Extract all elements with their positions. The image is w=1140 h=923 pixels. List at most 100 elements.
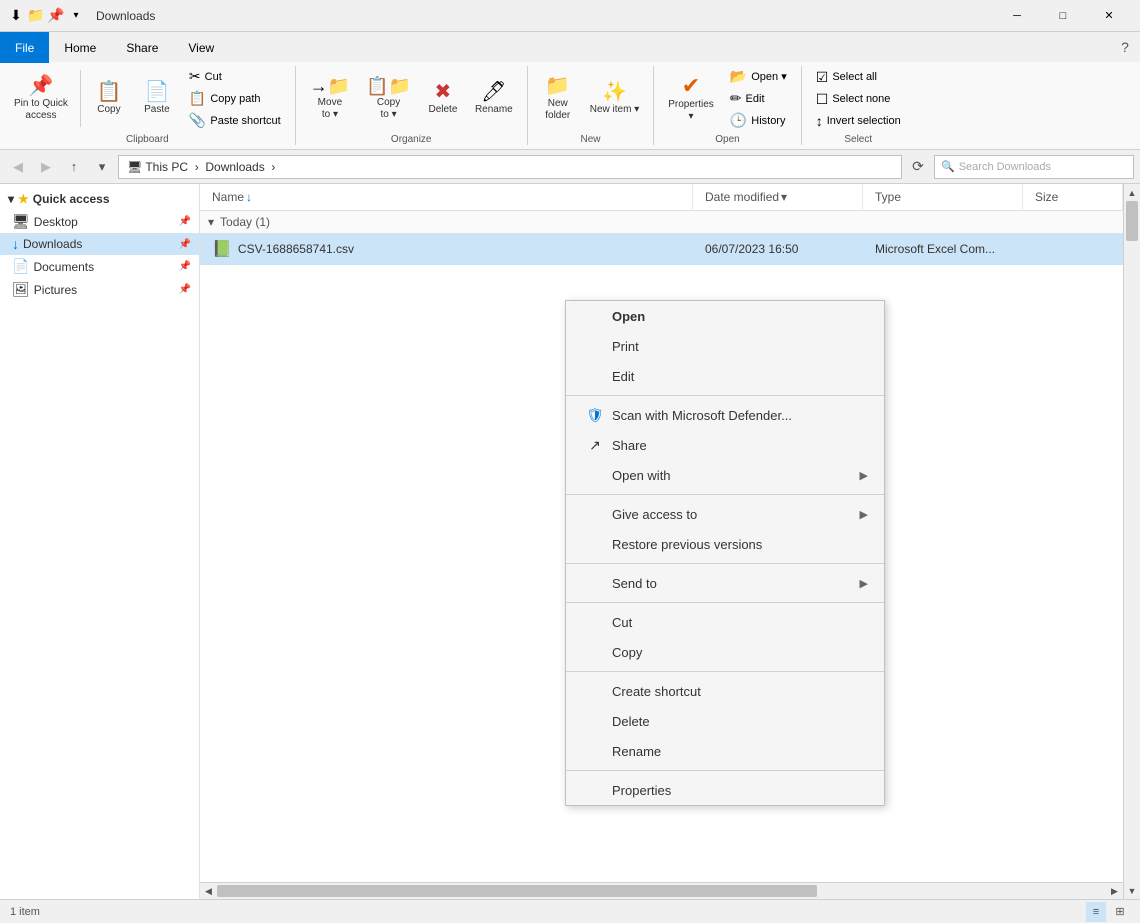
paste-label: Paste [144, 104, 170, 116]
ctx-give-access[interactable]: Give access to ▶ [566, 499, 884, 529]
ctx-cut[interactable]: Cut [566, 607, 884, 637]
tab-view[interactable]: View [173, 32, 229, 63]
nav-item-desktop[interactable]: 🖥 Desktop 📌 [0, 210, 199, 233]
ctx-properties-label: Properties [612, 783, 671, 798]
clipboard-content: 📌 Pin to Quickaccess 📋 Copy 📄 Paste ✂ Cu… [8, 66, 287, 131]
ctx-share[interactable]: ↗ Share [566, 430, 884, 460]
ctx-sep6 [566, 770, 884, 771]
properties-icon: ✔ [682, 75, 700, 97]
rename-button[interactable]: 🖊 Rename [469, 78, 519, 120]
invert-selection-button[interactable]: ↕ Invert selection [810, 111, 907, 131]
ribbon-body: 📌 Pin to Quickaccess 📋 Copy 📄 Paste ✂ Cu… [0, 62, 1140, 150]
ctx-properties[interactable]: Properties [566, 775, 884, 805]
select-all-label: Select all [832, 71, 877, 83]
new-group: 📁 Newfolder ✨ New item ▾ New [528, 66, 654, 145]
desktop-icon: 🖥 [12, 213, 30, 230]
file-group-today[interactable]: ▾ Today (1) [200, 211, 1123, 233]
forward-button[interactable]: ▶ [34, 155, 58, 179]
ctx-create-shortcut[interactable]: Create shortcut [566, 676, 884, 706]
copy-to-button[interactable]: 📋📁 Copyto ▾ [360, 73, 417, 125]
list-view-button[interactable]: ≡ [1086, 902, 1106, 922]
v-scroll-down[interactable]: ▼ [1124, 882, 1140, 899]
ctx-edit[interactable]: Edit [566, 361, 884, 391]
folder-icon: 📁 [28, 8, 44, 24]
copy-to-label: Copyto ▾ [377, 97, 400, 121]
ctx-print[interactable]: Print [566, 331, 884, 361]
edit-button[interactable]: ✏ Edit [724, 88, 793, 109]
ctx-copy[interactable]: Copy [566, 637, 884, 667]
rename-label: Rename [475, 104, 513, 116]
ctx-send-to-arrow: ▶ [860, 577, 868, 590]
ctx-send-to[interactable]: Send to ▶ [566, 568, 884, 598]
recent-arrow[interactable]: ▾ [90, 155, 114, 179]
window-controls: ─ □ ✕ [994, 0, 1132, 32]
ctx-restore-icon [586, 535, 604, 553]
details-view-button[interactable]: ⊞ [1110, 902, 1130, 922]
table-row[interactable]: 📗 CSV-1688658741.csv 06/07/2023 16:50 Mi… [200, 233, 1123, 265]
select-all-button[interactable]: ☑ Select all [810, 67, 907, 88]
col-type[interactable]: Type [863, 184, 1023, 210]
ctx-open-with-arrow: ▶ [860, 469, 868, 482]
delete-button[interactable]: ✖ Delete [421, 78, 465, 120]
copy-button[interactable]: 📋 Copy [87, 78, 131, 120]
copy-icon: 📋 [96, 82, 121, 102]
quick-access-header[interactable]: ▾ ★ Quick access [0, 188, 199, 210]
status-bar-right: ≡ ⊞ [1086, 902, 1130, 922]
v-scroll-up[interactable]: ▲ [1124, 184, 1140, 201]
new-folder-button[interactable]: 📁 Newfolder [536, 72, 580, 126]
col-name-sort: ↓ [246, 190, 252, 204]
tab-file[interactable]: File [0, 32, 49, 63]
ctx-delete-label: Delete [612, 714, 650, 729]
ctx-open-icon [586, 307, 604, 325]
tab-share[interactable]: Share [111, 32, 173, 63]
maximize-button[interactable]: □ [1040, 0, 1086, 32]
open-small-button[interactable]: 📂 Open ▾ [724, 66, 793, 87]
ctx-open-with[interactable]: Open with ▶ [566, 460, 884, 490]
ctx-scan[interactable]: 🛡 Scan with Microsoft Defender... [566, 400, 884, 430]
h-scrollbar[interactable]: ◀ ▶ [200, 882, 1123, 899]
back-button[interactable]: ◀ [6, 155, 30, 179]
cut-button[interactable]: ✂ Cut [183, 66, 287, 87]
ctx-print-icon [586, 337, 604, 355]
nav-item-downloads[interactable]: ↓ Downloads 📌 [0, 233, 199, 255]
new-content: 📁 Newfolder ✨ New item ▾ [536, 66, 645, 131]
pin-quick-access-button[interactable]: 📌 Pin to Quickaccess [8, 72, 74, 126]
tab-home[interactable]: Home [49, 32, 111, 63]
move-to-button[interactable]: →📁 Moveto ▾ [304, 73, 356, 125]
pictures-pin-icon: 📌 [179, 284, 191, 295]
clipboard-group: 📌 Pin to Quickaccess 📋 Copy 📄 Paste ✂ Cu… [0, 66, 296, 145]
history-button[interactable]: 🕒 History [724, 110, 793, 131]
new-folder-label: Newfolder [545, 98, 570, 122]
nav-item-documents[interactable]: 📄 Documents 📌 [0, 255, 199, 278]
ctx-delete-icon [586, 712, 604, 730]
h-scroll-right[interactable]: ▶ [1106, 883, 1123, 900]
address-bar: ◀ ▶ ↑ ▾ 🖥 This PC › Downloads › ⟳ 🔍 Sear… [0, 150, 1140, 184]
ctx-restore-versions[interactable]: Restore previous versions [566, 529, 884, 559]
title-bar: ⬇ 📁 📌 ▾ Downloads ─ □ ✕ [0, 0, 1140, 32]
new-item-button[interactable]: ✨ New item ▾ [584, 78, 645, 120]
minimize-button[interactable]: ─ [994, 0, 1040, 32]
address-path[interactable]: 🖥 This PC › Downloads › [118, 155, 902, 179]
paste-button[interactable]: 📄 Paste [135, 78, 179, 120]
properties-button[interactable]: ✔ Properties▾ [662, 71, 720, 127]
paste-shortcut-button[interactable]: 📎 Paste shortcut [183, 110, 287, 131]
up-button[interactable]: ↑ [62, 155, 86, 179]
search-box[interactable]: 🔍 Search Downloads [934, 155, 1134, 179]
desktop-label: Desktop [34, 215, 175, 229]
col-size[interactable]: Size [1023, 184, 1123, 210]
h-scroll-left[interactable]: ◀ [200, 883, 217, 900]
select-none-button[interactable]: ☐ Select none [810, 89, 907, 110]
ctx-rename[interactable]: Rename [566, 736, 884, 766]
refresh-button[interactable]: ⟳ [906, 155, 930, 179]
nav-item-pictures[interactable]: 🖼 Pictures 📌 [0, 278, 199, 301]
col-name[interactable]: Name ↓ [200, 184, 693, 210]
ctx-sep4 [566, 602, 884, 603]
ctx-open[interactable]: Open [566, 301, 884, 331]
ctx-open-label: Open [612, 309, 645, 324]
copy-path-button[interactable]: 📋 Copy path [183, 88, 287, 109]
col-type-label: Type [875, 190, 901, 204]
close-button[interactable]: ✕ [1086, 0, 1132, 32]
ctx-delete[interactable]: Delete [566, 706, 884, 736]
col-date[interactable]: Date modified ▾ [693, 184, 863, 210]
help-button[interactable]: ? [1110, 32, 1140, 62]
